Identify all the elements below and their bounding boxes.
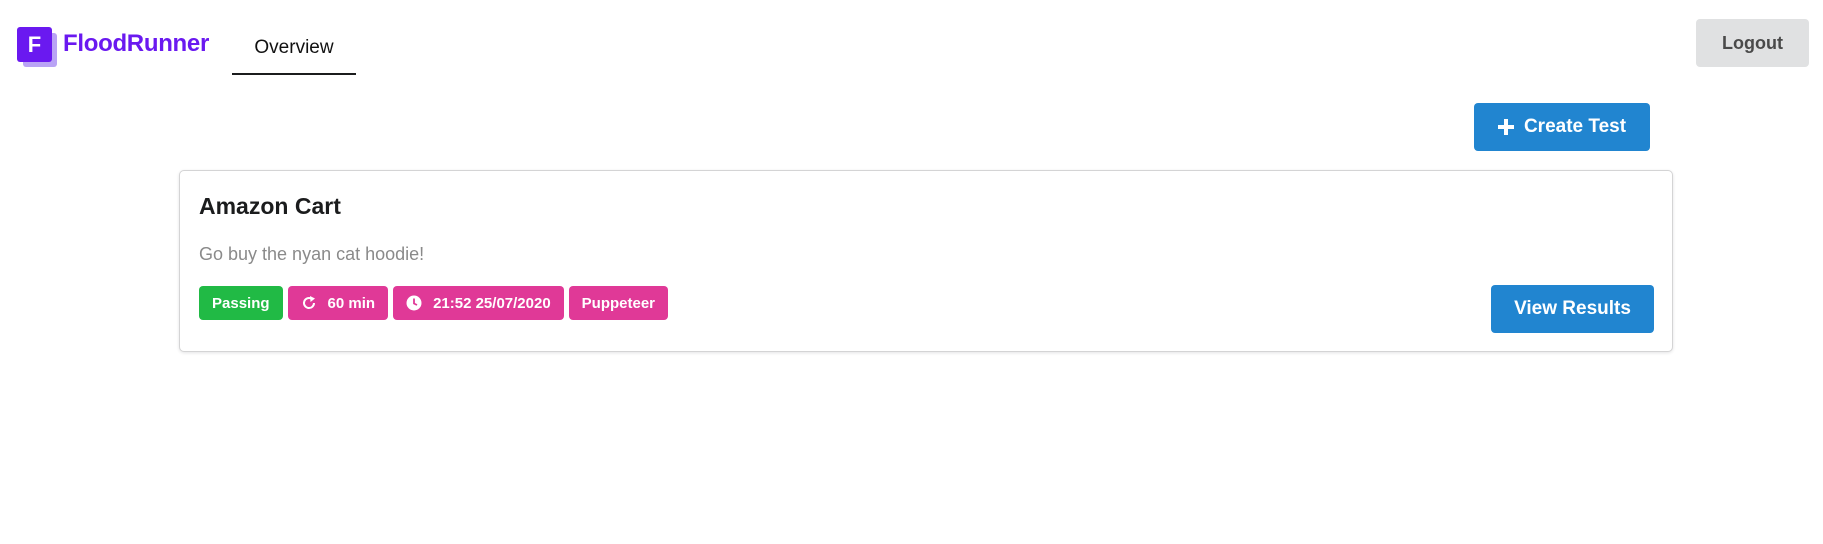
page: F FloodRunner Overview Logout Create Tes… <box>0 0 1823 544</box>
status-text: Passing <box>212 294 270 312</box>
brand-logo[interactable]: F FloodRunner <box>17 27 209 67</box>
plus-icon <box>1497 119 1514 135</box>
view-results-button[interactable]: View Results <box>1491 285 1654 333</box>
create-test-label: Create Test <box>1523 116 1627 137</box>
logo-mark-letter: F <box>17 27 52 62</box>
top-navigation: F FloodRunner Overview Logout <box>0 0 1823 80</box>
framework-badge: Puppeteer <box>568 286 669 320</box>
tab-overview[interactable]: Overview <box>232 30 356 75</box>
last-run-badge: 21:52 25/07/2020 <box>393 286 564 320</box>
test-card: Amazon Cart Go buy the nyan cat hoodie! … <box>179 170 1673 352</box>
clock-icon <box>406 295 422 311</box>
test-labels: Passing 60 min 21:52 25/07/2020 Puppetee… <box>199 286 669 320</box>
create-test-button[interactable]: Create Test <box>1474 103 1650 151</box>
interval-text: 60 min <box>327 294 376 312</box>
status-badge: Passing <box>199 286 283 320</box>
redo-icon <box>302 296 315 309</box>
logout-button[interactable]: Logout <box>1696 19 1809 67</box>
test-description: Go buy the nyan cat hoodie! <box>199 244 425 264</box>
interval-badge: 60 min <box>287 286 389 320</box>
framework-text: Puppeteer <box>581 294 656 312</box>
brand-name: FloodRunner <box>63 30 210 57</box>
test-title: Amazon Cart <box>199 193 341 219</box>
last-run-text: 21:52 25/07/2020 <box>433 294 551 312</box>
logo-mark-icon: F <box>17 27 57 67</box>
